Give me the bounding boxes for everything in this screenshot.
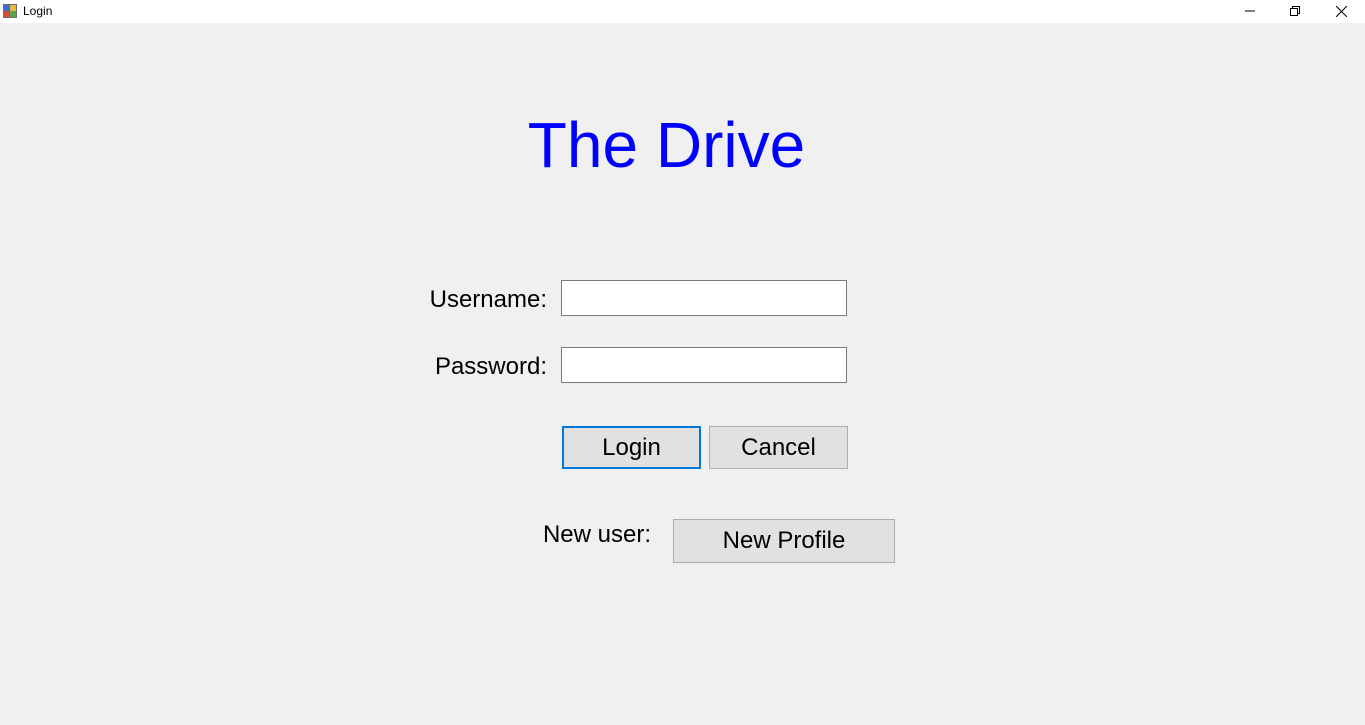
minimize-icon [1245, 10, 1255, 12]
new-profile-button[interactable]: New Profile [673, 519, 895, 563]
app-form-icon [3, 4, 17, 18]
window-title: Login [23, 4, 53, 18]
close-icon [1335, 5, 1347, 17]
title-bar[interactable]: Login [0, 0, 1365, 23]
restore-icon [1290, 6, 1300, 16]
cancel-button[interactable]: Cancel [709, 426, 848, 469]
password-label: Password: [434, 353, 547, 380]
close-button[interactable] [1318, 0, 1364, 22]
app-title-text: The Drive [527, 109, 806, 181]
new-user-label: New user: [542, 521, 651, 548]
username-input[interactable] [561, 280, 847, 316]
username-label: Username: [429, 286, 547, 313]
restore-button[interactable] [1272, 0, 1318, 22]
app-title: The Drive [0, 108, 1333, 182]
password-input[interactable] [561, 347, 847, 383]
minimize-button[interactable] [1227, 0, 1273, 22]
login-button[interactable]: Login [562, 426, 701, 469]
